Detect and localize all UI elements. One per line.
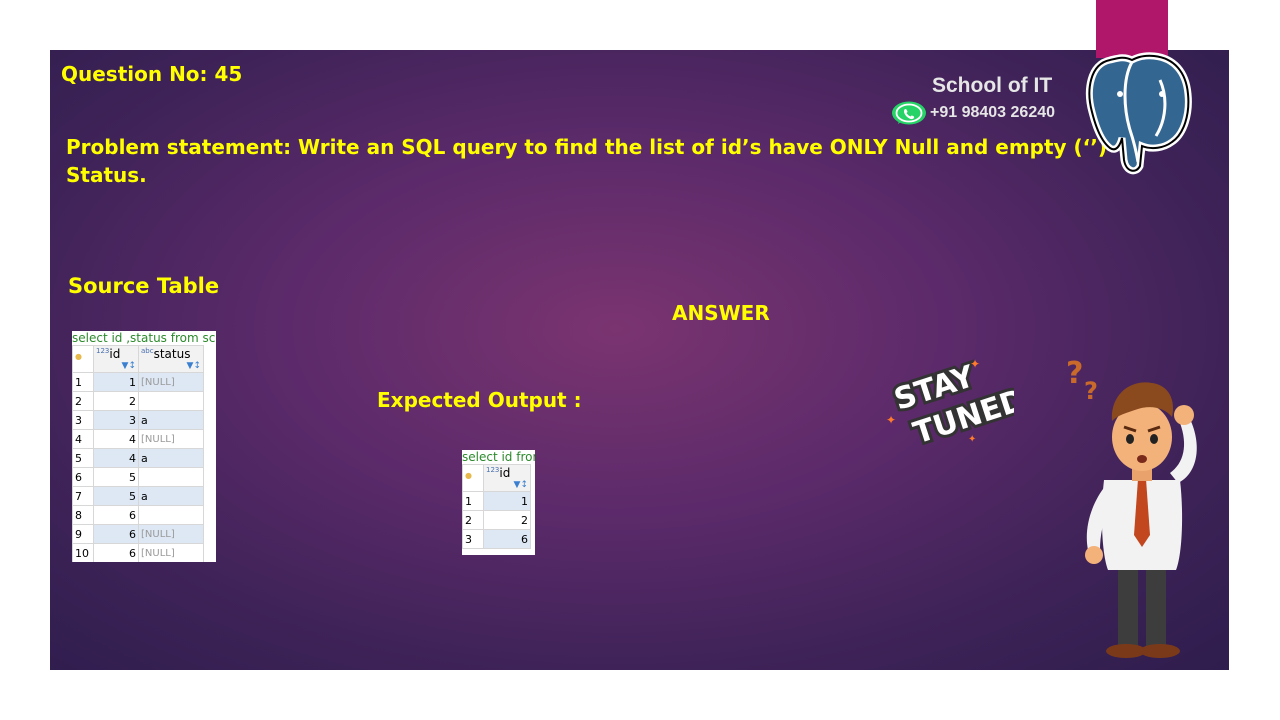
stay-tuned-sticker: STAY TUNED ✦ ✦ ✦ <box>886 356 1014 455</box>
source-query-text: select id ,status from schoo <box>72 331 216 345</box>
table-row[interactable]: 86 <box>72 505 204 525</box>
table-row[interactable]: 75a <box>72 486 204 506</box>
table-row[interactable]: 33a <box>72 410 204 430</box>
svg-text:?: ? <box>1066 356 1083 391</box>
question-number: Question No: 45 <box>61 62 243 86</box>
table-row[interactable]: 22 <box>462 510 531 530</box>
column-header-status[interactable]: abcstatus ▼↕ <box>138 345 204 373</box>
table-row[interactable]: 4 4 [NULL] <box>72 429 204 449</box>
svg-text:?: ? <box>1084 377 1098 405</box>
column-header-id[interactable]: 123id ▼↕ <box>483 464 531 492</box>
phone-number: +91 98403 26240 <box>930 104 1056 121</box>
svg-text:✦: ✦ <box>886 413 896 427</box>
table-row[interactable]: 36 <box>462 529 531 549</box>
filter-icon[interactable]: ▼↕ <box>514 480 528 490</box>
confused-man-illustration: ? ? <box>1066 356 1197 658</box>
postgresql-elephant-icon <box>1086 52 1192 175</box>
page: Question No: 45 Problem statement: Write… <box>0 0 1280 720</box>
table-row[interactable]: 54a <box>72 448 204 468</box>
problem-statement: Problem statement: Write an SQL query to… <box>66 135 1108 187</box>
column-header-id[interactable]: 123id ▼↕ <box>93 345 139 373</box>
whatsapp-icon <box>892 101 926 125</box>
expected-output-label: Expected Output : <box>377 388 582 412</box>
contact-row: +91 98403 26240 <box>890 100 1055 126</box>
table-row[interactable]: 65 <box>72 467 204 487</box>
table-row[interactable]: 9 6 [NULL] <box>72 524 204 544</box>
answer-label: ANSWER <box>672 301 770 325</box>
source-table-label: Source Table <box>68 274 220 298</box>
source-table: select id ,status from schoo ● 123id▼↕ a… <box>72 331 216 562</box>
svg-text:✦: ✦ <box>968 434 976 445</box>
table-row[interactable]: 22 <box>72 391 204 411</box>
table-row[interactable]: 10 6 [NULL] <box>72 543 204 562</box>
row-number-header: ● <box>462 464 484 492</box>
filter-icon[interactable]: ▼↕ <box>122 361 136 371</box>
table-row[interactable]: 11 <box>462 491 531 511</box>
brand-name: School of IT <box>932 74 1053 97</box>
output-query-text: select id from <box>462 450 535 464</box>
table-row[interactable]: 1 1 [NULL] <box>72 372 204 392</box>
svg-text:✦: ✦ <box>970 357 980 371</box>
output-table: select id from ● 123id▼↕ 11 22 36 <box>462 450 535 555</box>
row-number-header: ● <box>72 345 94 373</box>
filter-icon[interactable]: ▼↕ <box>187 361 201 371</box>
